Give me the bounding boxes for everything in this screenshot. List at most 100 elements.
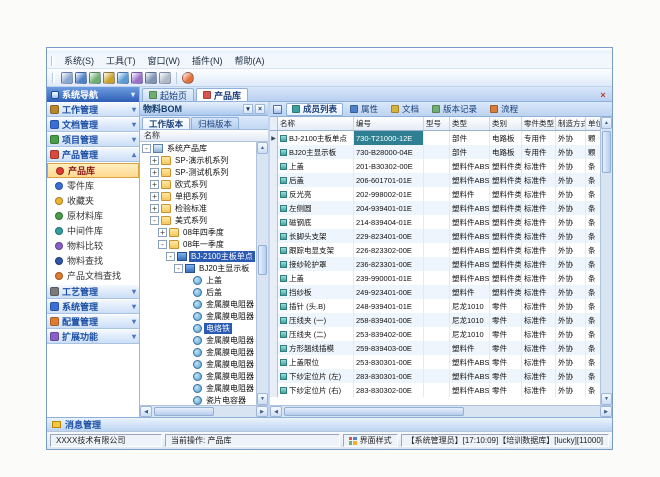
tree-expander[interactable]: - bbox=[142, 144, 151, 153]
table-cell[interactable] bbox=[424, 131, 450, 145]
table-cell[interactable]: 尼龙1010 bbox=[450, 327, 490, 341]
table-cell[interactable]: 塑料件类 bbox=[490, 229, 522, 243]
tree-item[interactable]: -BJ-2100主板单点 bbox=[140, 250, 256, 262]
table-cell[interactable]: 标准件 bbox=[522, 229, 556, 243]
scrollbar-thumb[interactable] bbox=[154, 407, 214, 416]
table-cell[interactable] bbox=[424, 313, 450, 327]
table-cell[interactable]: 塑料件ABS bbox=[450, 271, 490, 285]
tab-close-icon[interactable]: × bbox=[597, 89, 609, 100]
table-cell[interactable]: 条 bbox=[586, 369, 600, 383]
table-cell[interactable]: 外协 bbox=[556, 271, 586, 285]
sidebar-panel-工作管理[interactable]: 工作管理▾ bbox=[47, 102, 139, 117]
table-cell[interactable]: 零件 bbox=[490, 383, 522, 397]
table-cell[interactable]: 尼龙1010 bbox=[450, 299, 490, 313]
column-header-制造方式[interactable]: 制造方式 bbox=[556, 117, 586, 130]
table-cell[interactable]: 外协 bbox=[556, 173, 586, 187]
table-cell[interactable]: 标准件 bbox=[522, 313, 556, 327]
table-cell[interactable]: 下纱定位片 (左) bbox=[278, 369, 354, 383]
table-cell[interactable]: 条 bbox=[586, 285, 600, 299]
table-row[interactable]: 上盖限位253-830301-00E塑料件ABS零件标准件外协条 bbox=[270, 355, 600, 369]
tree-item[interactable]: -08年一季度 bbox=[140, 238, 256, 250]
exit-icon[interactable] bbox=[182, 72, 194, 84]
table-row[interactable]: 后盖206-601701-01E塑料件ABS塑料件类标准件外协条 bbox=[270, 173, 600, 187]
column-header-单位[interactable]: 单位 bbox=[586, 117, 600, 130]
table-cell[interactable]: 上盖 bbox=[278, 159, 354, 173]
sidebar-item-中间件库[interactable]: 中间件库 bbox=[47, 223, 139, 238]
table-cell[interactable]: 条 bbox=[586, 173, 600, 187]
table-cell[interactable]: 压线夹 (二) bbox=[278, 327, 354, 341]
table-cell[interactable]: 塑料件类 bbox=[490, 173, 522, 187]
table-cell[interactable]: 塑料件类 bbox=[490, 271, 522, 285]
table-cell[interactable] bbox=[424, 271, 450, 285]
tree-item[interactable]: 电烙铁 bbox=[140, 322, 256, 334]
table-cell[interactable]: 塑料件 bbox=[450, 187, 490, 201]
search-icon[interactable] bbox=[117, 72, 129, 84]
table-cell[interactable]: 塑料件类 bbox=[490, 285, 522, 299]
table-cell[interactable]: 颗 bbox=[586, 131, 600, 145]
table-cell[interactable]: 标准件 bbox=[522, 257, 556, 271]
table-cell[interactable]: 标准件 bbox=[522, 327, 556, 341]
table-cell[interactable]: BJ20主显示板 bbox=[278, 145, 354, 159]
table-cell[interactable]: BJ-2100主板单点 bbox=[278, 131, 354, 145]
menu-item[interactable]: 工具(T) bbox=[100, 53, 142, 68]
scroll-down-button[interactable]: ▼ bbox=[601, 393, 612, 405]
scrollbar-thumb[interactable] bbox=[284, 407, 464, 416]
sidebar-panel-扩展功能[interactable]: 扩展功能▾ bbox=[47, 329, 139, 344]
table-cell[interactable]: 标准件 bbox=[522, 383, 556, 397]
open-icon[interactable] bbox=[75, 72, 87, 84]
table-cell[interactable]: 长脚头支架 bbox=[278, 229, 354, 243]
sidebar-item-零件库[interactable]: 零件库 bbox=[47, 178, 139, 193]
table-cell[interactable]: 颗 bbox=[586, 145, 600, 159]
table-cell[interactable]: 塑料件ABS bbox=[450, 355, 490, 369]
table-cell[interactable]: 零件 bbox=[490, 341, 522, 355]
table-cell[interactable]: 条 bbox=[586, 271, 600, 285]
table-cell[interactable]: 214-839404-01E bbox=[354, 215, 424, 229]
tree-item[interactable]: 金属膜电阻器 bbox=[140, 310, 256, 322]
tree-item[interactable]: 金属膜电阻器 bbox=[140, 346, 256, 358]
table-cell[interactable]: 239-990001-01E bbox=[354, 271, 424, 285]
table-cell[interactable]: 258-839401-00E bbox=[354, 313, 424, 327]
scrollbar-track[interactable] bbox=[282, 406, 600, 417]
table-cell[interactable]: 外协 bbox=[556, 159, 586, 173]
table-cell[interactable]: 塑料件ABS bbox=[450, 257, 490, 271]
table-row[interactable]: 插针 (头.B)248-939401-01E尼龙1010零件标准件外协条 bbox=[270, 299, 600, 313]
tree-expander[interactable]: - bbox=[174, 264, 183, 273]
table-cell[interactable]: 条 bbox=[586, 327, 600, 341]
tree-item[interactable]: +SP-测试机系列 bbox=[140, 166, 256, 178]
panel-close-button[interactable]: × bbox=[255, 104, 265, 114]
table-cell[interactable]: 电路板 bbox=[490, 145, 522, 159]
table-cell[interactable]: 283-830302-00E bbox=[354, 383, 424, 397]
table-cell[interactable]: 电路板 bbox=[490, 131, 522, 145]
tab-版本记录[interactable]: 版本记录 bbox=[426, 103, 483, 116]
table-cell[interactable]: 塑料件ABS bbox=[450, 369, 490, 383]
table-cell[interactable]: 条 bbox=[586, 383, 600, 397]
tree-item[interactable]: +欧式系列 bbox=[140, 178, 256, 190]
tree-expander[interactable]: + bbox=[150, 192, 159, 201]
sidebar-item-物料查找[interactable]: 物料查找 bbox=[47, 253, 139, 268]
scroll-down-button[interactable]: ▼ bbox=[257, 393, 268, 405]
table-cell[interactable] bbox=[424, 187, 450, 201]
table-cell[interactable]: 226-823302-00E bbox=[354, 243, 424, 257]
tree-item[interactable]: +单把系列 bbox=[140, 190, 256, 202]
panel-collapse-button[interactable]: ▾ bbox=[243, 104, 253, 114]
table-row[interactable]: 接纱轮护罩236-823301-00E塑料件ABS塑料件类标准件外协条 bbox=[270, 257, 600, 271]
table-cell[interactable]: 插针 (头.B) bbox=[278, 299, 354, 313]
table-cell[interactable]: 塑料件 bbox=[450, 285, 490, 299]
table-cell[interactable]: 730-B28000-04E bbox=[354, 145, 424, 159]
table-cell[interactable]: 标准件 bbox=[522, 215, 556, 229]
sidebar-panel-产品管理[interactable]: 产品管理▴ bbox=[47, 147, 139, 162]
tree-expander[interactable]: + bbox=[150, 156, 159, 165]
table-cell[interactable] bbox=[424, 145, 450, 159]
table-cell[interactable]: 外协 bbox=[556, 299, 586, 313]
table-row[interactable]: 长脚头支架229-823401-00E塑料件ABS塑料件类标准件外协条 bbox=[270, 229, 600, 243]
sidebar-panel-文档管理[interactable]: 文档管理▾ bbox=[47, 117, 139, 132]
scrollbar-track[interactable] bbox=[257, 154, 268, 393]
tree-item[interactable]: -系统产品库 bbox=[140, 142, 256, 154]
table-cell[interactable]: 206-601701-01E bbox=[354, 173, 424, 187]
table-row[interactable]: 磁钢底214-839404-01E塑料件ABS塑料件类标准件外协条 bbox=[270, 215, 600, 229]
table-cell[interactable] bbox=[424, 173, 450, 187]
sidebar-item-产品库[interactable]: 产品库 bbox=[47, 163, 139, 178]
table-cell[interactable]: 零件 bbox=[490, 369, 522, 383]
tree-item[interactable]: -BJ20主显示板 bbox=[140, 262, 256, 274]
tree-expander[interactable]: - bbox=[158, 240, 167, 249]
